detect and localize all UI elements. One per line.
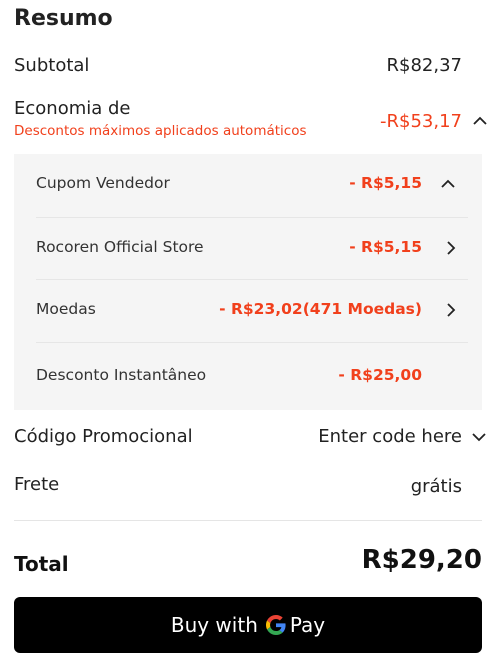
savings-item-value: - R$5,15 <box>349 174 422 192</box>
savings-item-store[interactable]: Rocoren Official Store - R$5,15 <box>14 218 468 280</box>
chevron-up-icon[interactable] <box>439 175 457 193</box>
total-label: Total <box>14 552 69 576</box>
savings-item-coins[interactable]: Moedas - R$23,02(471 Moedas) <box>14 280 468 342</box>
promo-code-label: Código Promocional <box>14 426 193 447</box>
savings-item-label: Rocoren Official Store <box>36 238 204 256</box>
promo-code-input[interactable]: Enter code here <box>318 426 462 447</box>
pay-button-suffix: Pay <box>289 613 326 637</box>
shipping-label: Frete <box>14 474 60 495</box>
subtotal-value: R$82,37 <box>386 55 463 76</box>
chevron-up-icon[interactable] <box>471 112 489 130</box>
summary-title: Resumo <box>14 6 113 31</box>
savings-item-seller-coupon[interactable]: Cupom Vendedor - R$5,15 <box>14 154 468 216</box>
savings-item-instant: Desconto Instantâneo - R$25,00 <box>14 346 468 408</box>
google-pay-button[interactable]: Buy with Pay <box>14 597 482 653</box>
savings-breakdown-panel: Cupom Vendedor - R$5,15 Rocoren Official… <box>14 154 482 410</box>
subtotal-label: Subtotal <box>14 55 90 76</box>
savings-note: Descontos máximos aplicados automáticos <box>14 123 307 139</box>
chevron-right-icon[interactable] <box>442 239 460 257</box>
savings-item-label: Moedas <box>36 300 96 318</box>
pay-button-prefix: Buy with <box>170 613 258 637</box>
savings-item-label: Cupom Vendedor <box>36 174 170 192</box>
shipping-value: grátis <box>410 476 462 497</box>
chevron-right-icon[interactable] <box>442 301 460 319</box>
separator <box>36 342 468 343</box>
google-g-icon <box>265 615 286 635</box>
savings-item-label: Desconto Instantâneo <box>36 366 207 384</box>
savings-item-value: - R$25,00 <box>338 366 422 384</box>
savings-label: Economia de <box>14 98 131 119</box>
savings-value: -R$53,17 <box>380 111 462 132</box>
chevron-down-icon[interactable] <box>470 428 488 446</box>
divider <box>14 520 482 521</box>
savings-item-value: - R$23,02(471 Moedas) <box>219 300 422 318</box>
total-value: R$29,20 <box>361 545 482 575</box>
savings-item-value: - R$5,15 <box>349 238 422 256</box>
